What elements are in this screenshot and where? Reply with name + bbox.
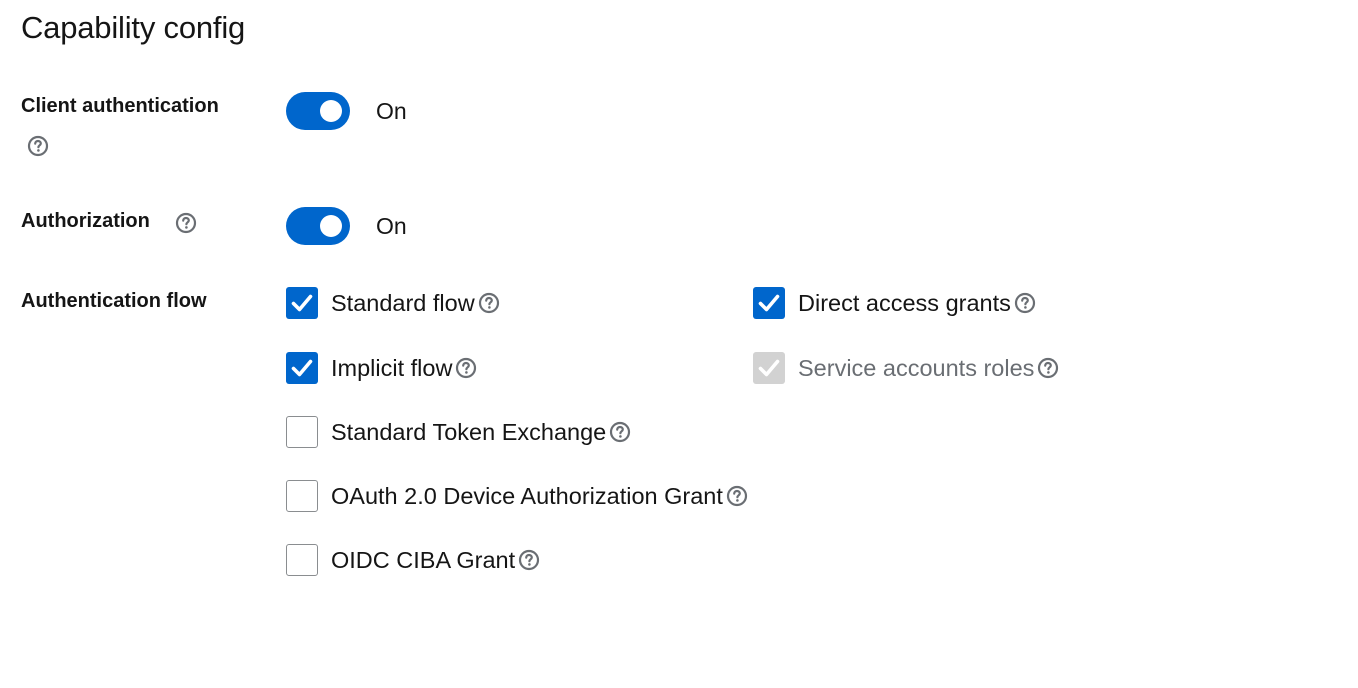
authorization-toggle[interactable]: [286, 207, 350, 245]
client-authentication-toggle[interactable]: [286, 92, 350, 130]
service-accounts-roles-checkbox: [753, 352, 785, 384]
page-title: Capability config: [21, 10, 246, 45]
client-authentication-label: Client authentication: [21, 93, 219, 119]
oauth-device-authorization-grant-label: OAuth 2.0 Device Authorization Grant: [331, 483, 723, 509]
direct-access-grants-option[interactable]: Direct access grants: [753, 286, 1036, 320]
standard-flow-help-icon[interactable]: [478, 292, 500, 314]
oauth-device-authorization-grant-option[interactable]: OAuth 2.0 Device Authorization Grant: [286, 479, 748, 513]
authorization-label-text: Authorization: [21, 210, 150, 232]
implicit-flow-checkbox[interactable]: [286, 352, 318, 384]
toggle-knob: [320, 100, 342, 122]
standard-flow-checkbox[interactable]: [286, 287, 318, 319]
standard-token-exchange-checkbox[interactable]: [286, 416, 318, 448]
authorization-state: On: [376, 213, 407, 239]
oidc-ciba-grant-option[interactable]: OIDC CIBA Grant: [286, 543, 540, 577]
direct-access-grants-help-icon[interactable]: [1014, 292, 1036, 314]
standard-token-exchange-label: Standard Token Exchange: [331, 419, 607, 445]
direct-access-grants-label: Direct access grants: [798, 290, 1011, 316]
oauth-device-authorization-grant-checkbox[interactable]: [286, 480, 318, 512]
client-authentication-label-text: Client authentication: [21, 95, 219, 117]
oidc-ciba-grant-label: OIDC CIBA Grant: [331, 547, 516, 573]
authorization-label: Authorization: [21, 208, 150, 234]
standard-token-exchange-option[interactable]: Standard Token Exchange: [286, 415, 631, 449]
authorization-help-icon[interactable]: [175, 212, 197, 234]
direct-access-grants-checkbox[interactable]: [753, 287, 785, 319]
implicit-flow-option[interactable]: Implicit flow: [286, 351, 477, 385]
standard-flow-label: Standard flow: [331, 290, 475, 316]
client-authentication-help-icon[interactable]: [27, 135, 49, 157]
oauth-device-authorization-grant-help-icon[interactable]: [726, 485, 748, 507]
implicit-flow-help-icon[interactable]: [455, 357, 477, 379]
service-accounts-roles-label: Service accounts roles: [798, 355, 1035, 381]
client-authentication-state: On: [376, 98, 407, 124]
implicit-flow-label: Implicit flow: [331, 355, 453, 381]
service-accounts-roles-option: Service accounts roles: [753, 351, 1059, 385]
authentication-flow-label: Authentication flow: [21, 290, 207, 312]
toggle-knob: [320, 215, 342, 237]
oidc-ciba-grant-help-icon[interactable]: [518, 549, 540, 571]
standard-token-exchange-help-icon[interactable]: [609, 421, 631, 443]
oidc-ciba-grant-checkbox[interactable]: [286, 544, 318, 576]
service-accounts-roles-help-icon[interactable]: [1037, 357, 1059, 379]
standard-flow-option[interactable]: Standard flow: [286, 286, 500, 320]
